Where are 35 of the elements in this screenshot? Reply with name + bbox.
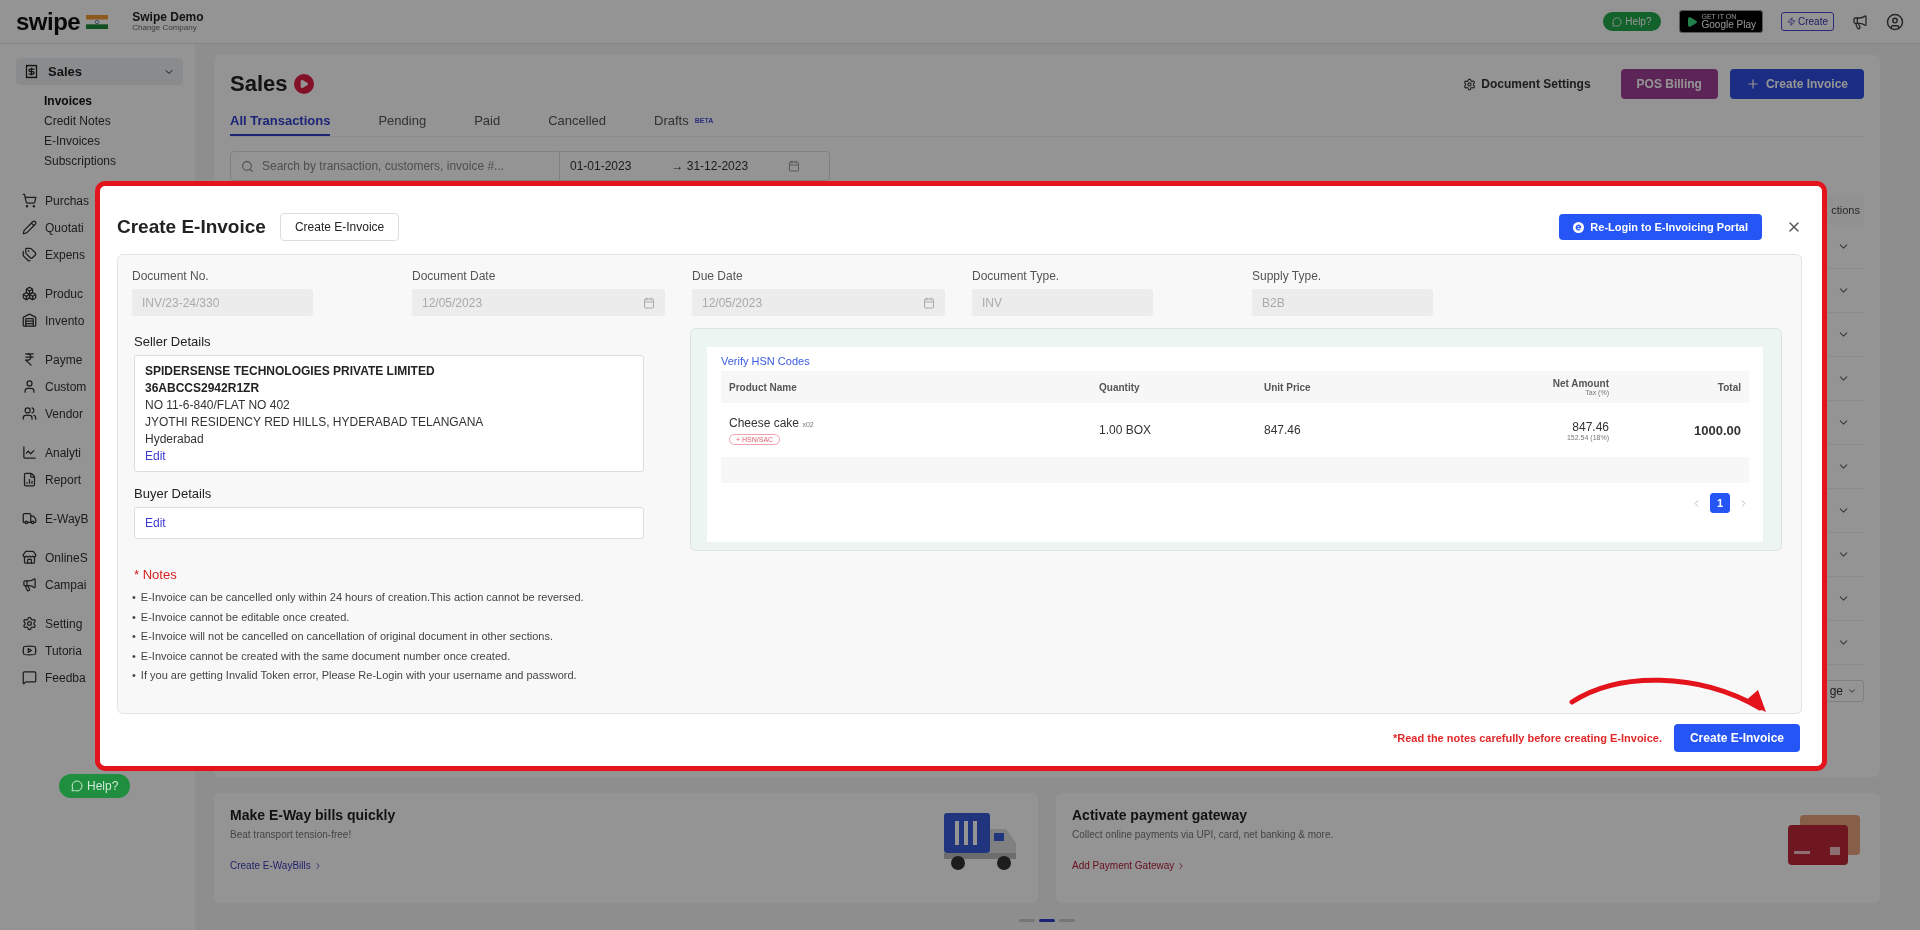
logo: swipe	[16, 7, 81, 36]
promo-title: Activate payment gateway	[1072, 807, 1249, 823]
company-name: Swipe Demo	[132, 10, 204, 24]
section-heading: Buyer Details	[134, 486, 213, 501]
note-item: E-Invoice cannot be editable once created.	[140, 609, 350, 625]
bullet: •	[132, 609, 136, 625]
bullet: •	[132, 648, 136, 664]
field-label: Due Date	[692, 269, 744, 283]
promo-text: Beat transport tension-free!	[230, 829, 353, 840]
seller-name: SPIDERSENSE TECHNOLOGIES PRIVATE LIMITED	[145, 364, 436, 378]
field-label: Document Date	[412, 269, 497, 283]
dialog-title: Create E-Invoice	[117, 216, 266, 238]
note-item: If you are getting Invalid Token error, Please Re-Login with your username and password.	[140, 668, 577, 684]
warning-note: *Read the notes carefully before creating E-Invoice.	[1393, 732, 1662, 744]
bullet: •	[132, 668, 136, 684]
table-cell-text: 1000.00	[1693, 422, 1741, 438]
bullet: •	[132, 629, 136, 645]
address-line: JYOTHI RESIDENCY RED HILLS, HYDERABAD TELANGANA	[145, 415, 485, 429]
address-line: Hyderabad	[145, 432, 205, 446]
note-item: E-Invoice can be cancelled only within 24 hours of creation.This action cannot be reversed.	[140, 590, 584, 605]
note-item: E-Invoice will not be cancelled on cancellation of original document in other sections.	[140, 629, 553, 645]
field-label: Document No.	[132, 269, 210, 283]
field-label: Document Type.	[972, 269, 1061, 283]
note-item: E-Invoice cannot be created with the same document number once created.	[140, 648, 511, 664]
bullet: •	[132, 590, 136, 605]
section-heading: Seller Details	[134, 334, 212, 349]
table-cell-text: 847.46	[1264, 423, 1302, 437]
promo-title: Make E-Way bills quickly	[230, 807, 396, 823]
table-cell-text: 1.00 BOX	[1099, 423, 1153, 437]
address-line: NO 11-6-840/FLAT NO 402	[145, 398, 291, 412]
seller-gstin: 36ABCCS2942R1ZR	[145, 381, 261, 395]
promo-text: Collect online payments via UPI, card, net banking & more.	[1072, 829, 1334, 840]
page-title: Sales	[230, 71, 288, 97]
field-label: Supply Type.	[1252, 269, 1323, 283]
notes-heading: * Notes	[134, 567, 178, 582]
